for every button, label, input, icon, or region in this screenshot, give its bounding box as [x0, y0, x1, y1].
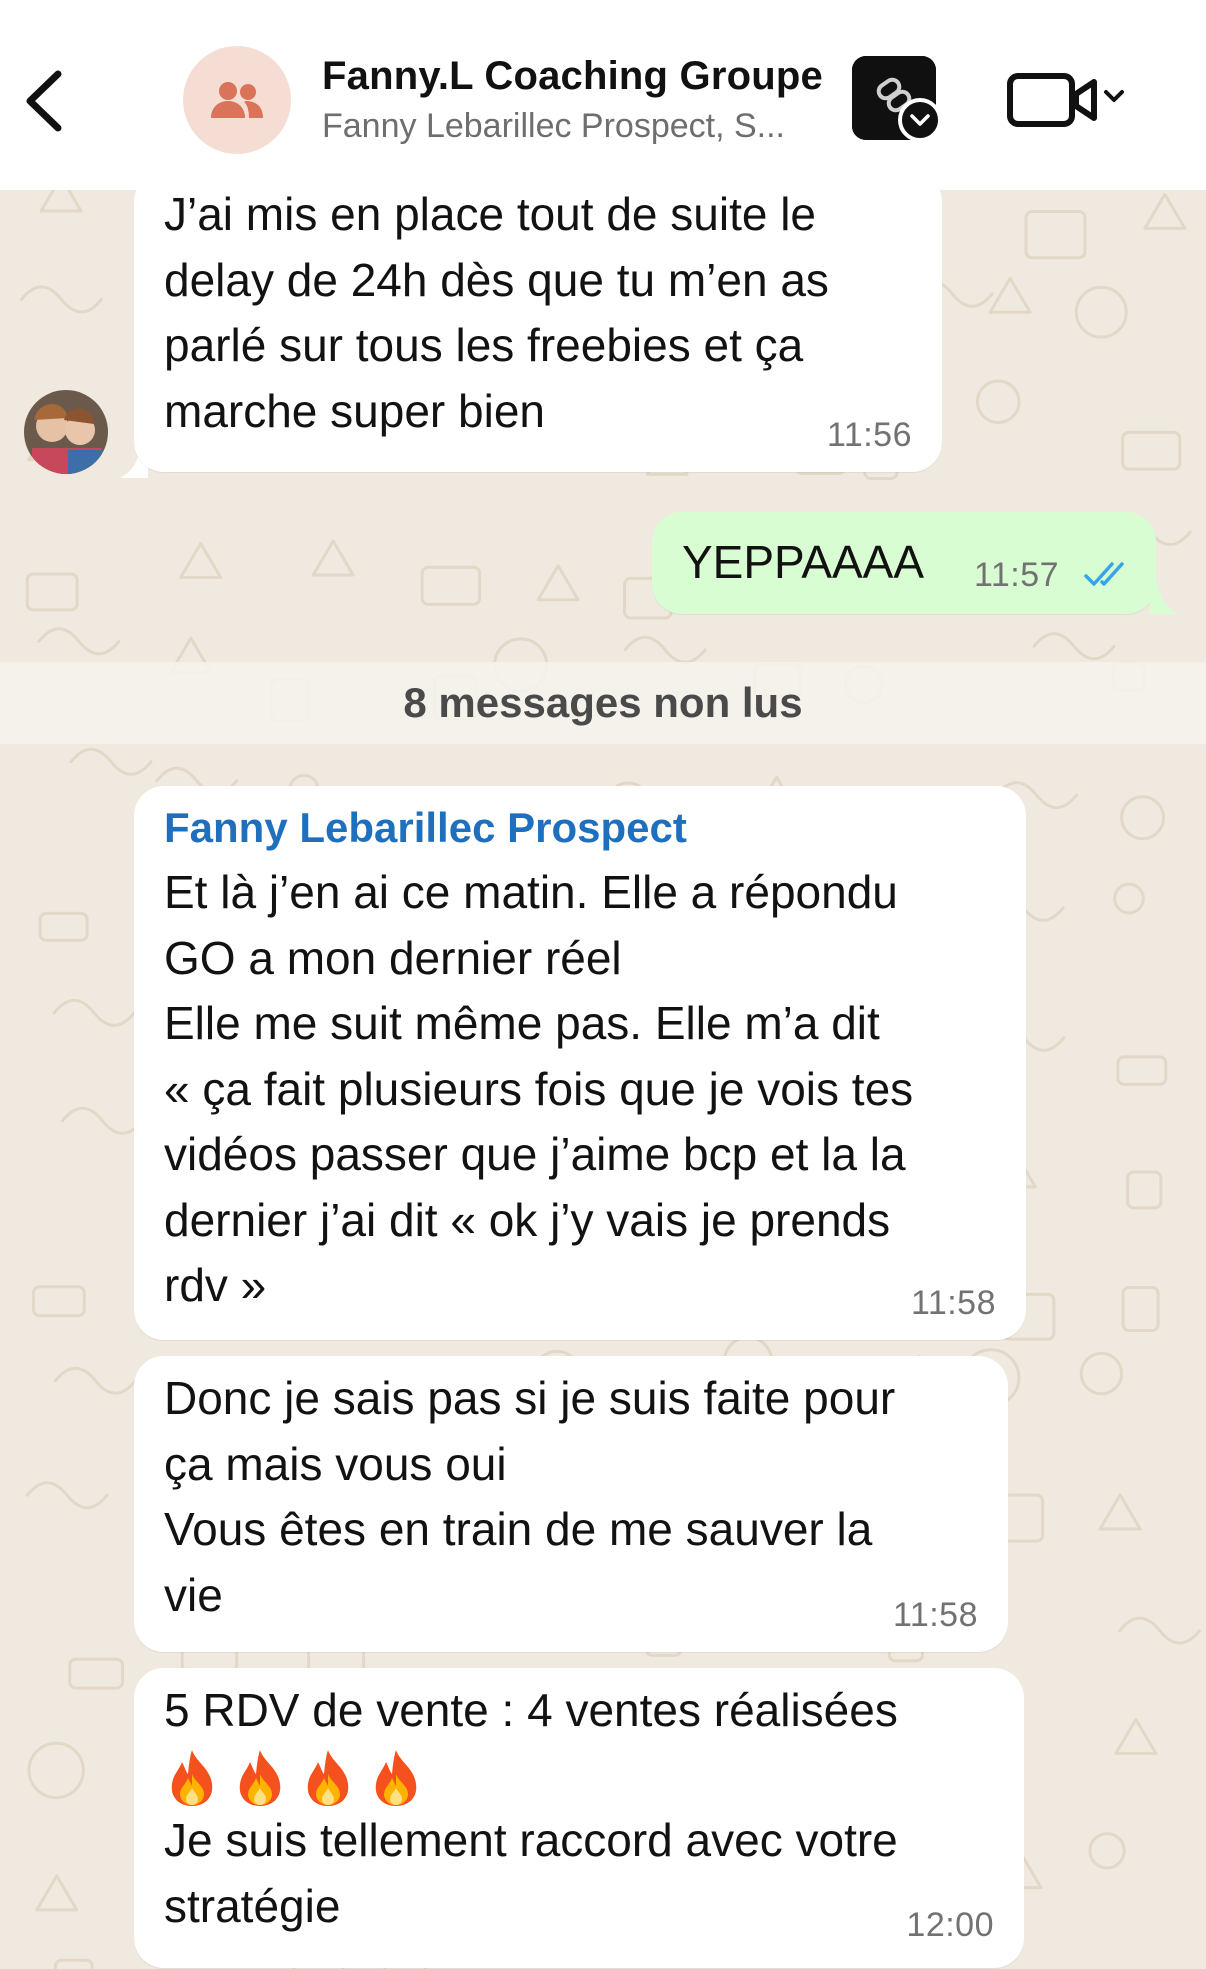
message-text: YEPPAAAA	[682, 536, 925, 588]
message-bubble-outgoing[interactable]: YEPPAAAA 11:57	[652, 512, 1156, 614]
message-time: 12:00	[906, 1906, 994, 1944]
sender-avatar[interactable]	[24, 390, 108, 474]
message-time: 11:57	[974, 556, 1060, 594]
message-text: Donc je sais pas si je suis faite pour ç…	[164, 1372, 896, 1621]
fire-icon	[375, 1750, 417, 1806]
sender-photo	[24, 390, 108, 474]
message-text: 5 RDV de vente : 4 ventes réalisées	[164, 1684, 898, 1736]
group-badge	[898, 98, 942, 142]
message-bubble-incoming[interactable]: Donc je sais pas si je suis faite pour ç…	[134, 1356, 1008, 1652]
fire-icon	[239, 1750, 281, 1806]
message-bubble-incoming[interactable]: 5 RDV de vente : 4 ventes réalisées Je s…	[134, 1668, 1024, 1968]
unread-messages-banner: 8 messages non lus	[0, 662, 1206, 744]
video-call-button[interactable]	[1006, 72, 1126, 128]
double-check-read-icon	[1084, 562, 1124, 586]
chat-header: Fanny.L Coaching Groupe Fanny Lebarillec…	[0, 0, 1206, 190]
message-bubble-incoming[interactable]: Fanny Lebarillec Prospect Et là j’en ai …	[134, 786, 1026, 1340]
unread-banner-text: 8 messages non lus	[403, 679, 803, 726]
bubble-tail	[1150, 584, 1178, 614]
sender-name[interactable]: Fanny Lebarillec Prospect	[164, 804, 687, 852]
chat-title[interactable]: Fanny.L Coaching Groupe	[322, 54, 823, 99]
chevron-down-icon	[910, 114, 930, 126]
message-text: J’ai mis en place tout de suite le delay…	[164, 188, 829, 437]
fire-icon	[171, 1750, 213, 1806]
chevron-left-icon	[26, 70, 62, 132]
message-text: Et là j’en ai ce matin. Elle a répondu G…	[164, 866, 914, 1311]
emoji-row	[164, 1748, 436, 1808]
message-time: 11:58	[892, 1596, 978, 1634]
chat-participants[interactable]: Fanny Lebarillec Prospect, S...	[322, 107, 842, 146]
video-camera-icon	[1007, 73, 1124, 127]
message-bubble-incoming[interactable]: J’ai mis en place tout de suite le delay…	[134, 172, 942, 472]
message-time: 11:56	[826, 416, 912, 454]
message-time: 11:58	[910, 1284, 996, 1322]
fire-icon	[307, 1750, 349, 1806]
message-text: Je suis tellement raccord avec votre str…	[164, 1814, 898, 1932]
users-icon	[211, 82, 263, 118]
group-avatar[interactable]	[183, 46, 291, 154]
back-button[interactable]	[22, 66, 66, 136]
